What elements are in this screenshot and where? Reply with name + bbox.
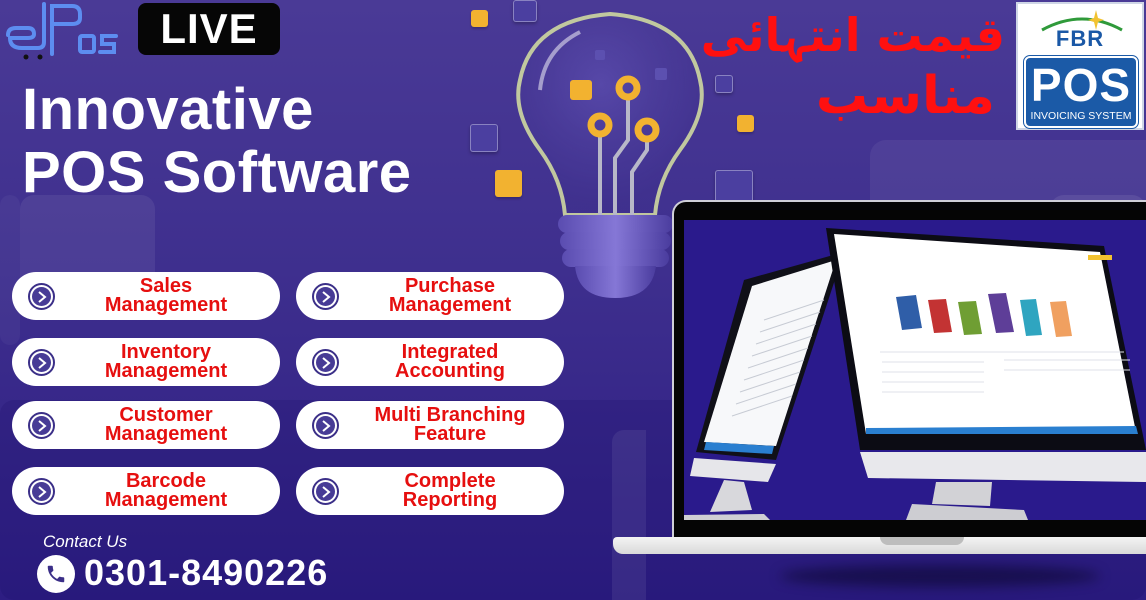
headline-line-2: POS Software	[22, 140, 412, 205]
epos-logo	[6, 2, 118, 60]
feature-label: Sales Management	[104, 275, 228, 316]
urdu-tagline-line-1: قیمت انتہائی	[700, 8, 1005, 62]
chevron-right-circle-icon	[28, 478, 55, 505]
fbr-label: FBR	[1055, 26, 1105, 51]
feature-label: Integrated Accounting	[395, 341, 505, 382]
chevron-right-circle-icon	[28, 283, 55, 310]
chevron-right-circle-icon	[312, 478, 339, 505]
background-panel	[0, 195, 20, 345]
pos-box: POS INVOICING SYSTEM	[1023, 55, 1139, 129]
laptop-shadow	[780, 565, 1100, 587]
laptop-notch	[880, 537, 964, 545]
feature-label: Multi Branching Feature	[374, 404, 526, 445]
urdu-tagline: قیمت انتہائی مناسب	[701, 0, 1015, 135]
headline: Innovative POS Software	[22, 78, 412, 204]
feature-label: Barcode Management	[104, 470, 228, 511]
feature-complete-reporting[interactable]: Complete Reporting	[296, 467, 564, 515]
chevron-right-circle-icon	[312, 349, 339, 376]
headline-line-1: Innovative	[22, 77, 314, 142]
feature-label: Inventory Management	[104, 341, 228, 382]
invoicing-system-label: INVOICING SYSTEM	[1030, 110, 1132, 122]
pos-label: POS	[1030, 59, 1132, 111]
feature-inventory-management[interactable]: Inventory Management	[12, 338, 280, 386]
feature-label: Complete Reporting	[402, 470, 498, 511]
contact-label: Contact Us	[43, 532, 128, 551]
background-panel	[612, 430, 646, 600]
feature-label: Customer Management	[104, 404, 228, 445]
feature-integrated-accounting[interactable]: Integrated Accounting	[296, 338, 564, 386]
feature-barcode-management[interactable]: Barcode Management	[12, 467, 280, 515]
phone-icon	[37, 555, 75, 593]
chevron-right-circle-icon	[28, 412, 55, 439]
live-badge: LIVE	[138, 3, 280, 55]
chevron-right-circle-icon	[28, 349, 55, 376]
feature-multi-branching[interactable]: Multi Branching Feature	[296, 401, 564, 449]
fbr-pos-badge: FBR POS INVOICING SYSTEM	[1016, 2, 1144, 130]
monitors-illustration	[684, 228, 1146, 520]
feature-sales-management[interactable]: Sales Management	[12, 272, 280, 320]
phone-number[interactable]: 0301-8490226	[84, 552, 328, 594]
urdu-tagline-line-2: مناسب	[815, 66, 995, 126]
chevron-right-circle-icon	[312, 283, 339, 310]
chevron-right-circle-icon	[312, 412, 339, 439]
feature-customer-management[interactable]: Customer Management	[12, 401, 280, 449]
